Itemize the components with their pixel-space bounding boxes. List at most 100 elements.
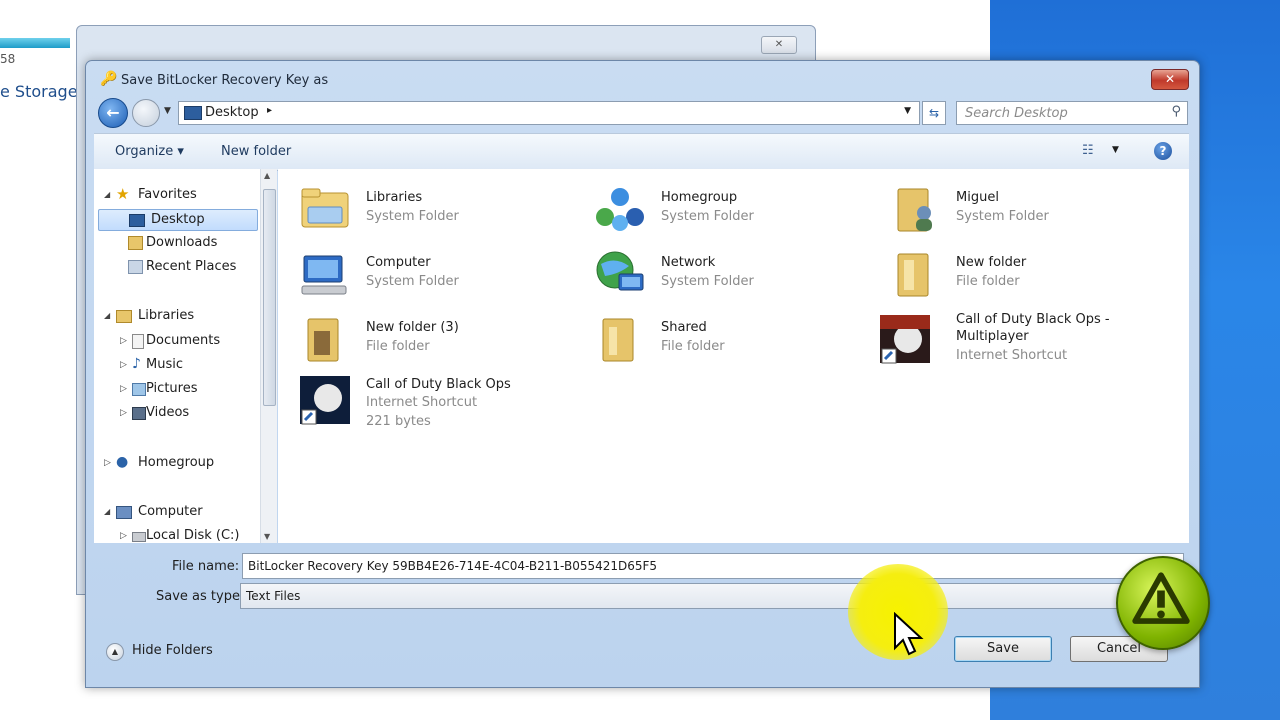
file-name-value[interactable]: BitLocker Recovery Key 59BB4E26-714E-4C0… [248, 559, 657, 573]
storage-progress-bar [0, 38, 70, 48]
address-bar[interactable]: Desktop ▸ ▼ [178, 101, 920, 125]
file-type: System Folder [956, 209, 1049, 224]
background-dialog-close-icon: ✕ [761, 36, 797, 54]
address-chevron-icon[interactable]: ▸ [267, 105, 272, 116]
expanded-triangle-icon[interactable]: ◢ [104, 185, 110, 205]
nav-label: Music [146, 357, 183, 372]
computer-icon [301, 255, 347, 295]
file-item-computer[interactable]: Computer System Folder [288, 244, 568, 304]
expanded-triangle-icon[interactable]: ◢ [104, 306, 110, 326]
warning-badge [1116, 556, 1210, 650]
file-name: New folder (3) [366, 320, 459, 335]
nav-item-computer[interactable]: ◢ Computer [104, 502, 264, 522]
file-type: File folder [366, 339, 430, 354]
star-icon: ★ [116, 185, 130, 203]
mouse-pointer-icon [894, 612, 924, 656]
nav-label: Pictures [146, 381, 198, 396]
collapsed-triangle-icon[interactable]: ▷ [120, 526, 127, 543]
collapsed-triangle-icon[interactable]: ▷ [104, 453, 111, 473]
nav-item-videos[interactable]: ▷ Videos [120, 403, 270, 423]
nav-label: Downloads [146, 235, 218, 250]
file-item-shared[interactable]: Shared File folder [583, 309, 863, 369]
search-icon[interactable]: ⚲ [1171, 104, 1181, 119]
nav-label: Desktop [151, 212, 205, 227]
search-placeholder: Search Desktop [965, 106, 1068, 121]
nav-item-favorites[interactable]: ◢ ★ Favorites [104, 185, 264, 205]
dialog-title: Save BitLocker Recovery Key as [121, 73, 329, 88]
nav-label: Videos [146, 405, 190, 420]
file-item-homegroup[interactable]: Homegroup System Folder [583, 179, 863, 239]
address-location[interactable]: Desktop [205, 105, 259, 120]
file-item-new-folder[interactable]: New folder File folder [878, 244, 1158, 304]
back-button[interactable]: ← [98, 98, 128, 128]
file-type: System Folder [366, 209, 459, 224]
file-type: System Folder [661, 209, 754, 224]
recent-pages-dropdown-icon[interactable]: ▼ [164, 106, 171, 116]
scroll-down-icon[interactable]: ▼ [264, 532, 270, 541]
computer-icon [116, 506, 132, 519]
nav-item-music[interactable]: ▷ ♪ Music [120, 355, 270, 375]
nav-label: Favorites [138, 187, 197, 202]
command-toolbar: Organize ▾ New folder ☷ ▼ ? [94, 133, 1189, 171]
nav-item-libraries[interactable]: ◢ Libraries [104, 306, 264, 326]
save-as-type-value[interactable]: Text Files [246, 589, 300, 603]
file-item-cod-multiplayer[interactable]: Call of Duty Black Ops - Multiplayer Int… [878, 309, 1183, 369]
folder-icon [602, 318, 634, 362]
nav-label: Recent Places [146, 259, 237, 274]
user-folder-icon [897, 188, 932, 232]
close-button[interactable]: ✕ [1151, 69, 1189, 90]
nav-item-homegroup[interactable]: ▷ ● Homegroup [104, 453, 264, 473]
pictures-icon [132, 383, 146, 396]
game-shortcut-icon [300, 376, 350, 425]
file-name: Libraries [366, 190, 423, 205]
nav-item-local-disk[interactable]: ▷ Local Disk (C:) [120, 526, 270, 543]
address-dropdown-icon[interactable]: ▼ [904, 106, 911, 116]
file-name-field[interactable]: BitLocker Recovery Key 59BB4E26-714E-4C0… [242, 553, 1184, 579]
background-storage-label: e Storage [0, 82, 78, 101]
collapsed-triangle-icon[interactable]: ▷ [120, 331, 127, 351]
save-as-type-label: Save as type: [156, 589, 245, 604]
file-type: System Folder [366, 274, 459, 289]
nav-item-downloads[interactable]: Downloads [128, 233, 268, 253]
organize-button[interactable]: Organize ▾ [115, 144, 184, 159]
nav-item-documents[interactable]: ▷ Documents [120, 331, 270, 351]
file-item-miguel[interactable]: Miguel System Folder [878, 179, 1158, 239]
help-button[interactable]: ? [1154, 142, 1172, 160]
change-view-icon[interactable]: ☷ [1082, 143, 1094, 158]
forward-button[interactable] [132, 99, 160, 127]
homegroup-icon [596, 188, 644, 231]
file-list-pane: Libraries System Folder Homegroup System… [278, 169, 1189, 543]
refresh-button[interactable]: ⇆ [922, 101, 946, 125]
file-item-libraries[interactable]: Libraries System Folder [288, 179, 568, 239]
libraries-icon [116, 310, 132, 323]
chevron-up-icon: ▲ [106, 643, 124, 661]
recent-places-icon [128, 260, 143, 274]
file-item-network[interactable]: Network System Folder [583, 244, 863, 304]
collapsed-triangle-icon[interactable]: ▷ [120, 403, 127, 423]
new-folder-button[interactable]: New folder [221, 144, 291, 159]
nav-item-desktop[interactable]: Desktop [98, 209, 258, 231]
scroll-up-icon[interactable]: ▲ [264, 171, 270, 180]
dialog-titlebar[interactable]: 🔑 Save BitLocker Recovery Key as ✕ [86, 61, 1199, 93]
file-item-new-folder-3[interactable]: New folder (3) File folder [288, 309, 568, 369]
save-button[interactable]: Save [954, 636, 1052, 662]
file-name: Call of Duty Black Ops - Multiplayer [956, 312, 1110, 344]
background-number: 58 [0, 52, 16, 66]
game-shortcut-icon [880, 315, 930, 364]
nav-label: Local Disk (C:) [146, 528, 240, 543]
navigation-scrollbar[interactable]: ▲ ▼ [260, 169, 277, 543]
save-as-type-select[interactable]: Text Files [240, 583, 1184, 609]
collapsed-triangle-icon[interactable]: ▷ [120, 355, 127, 375]
search-input[interactable]: Search Desktop ⚲ [956, 101, 1188, 125]
file-type: Internet Shortcut [956, 348, 1068, 363]
collapsed-triangle-icon[interactable]: ▷ [120, 379, 127, 399]
expanded-triangle-icon[interactable]: ◢ [104, 502, 110, 522]
nav-item-recent-places[interactable]: Recent Places [128, 257, 268, 277]
scrollbar-thumb[interactable] [263, 189, 276, 406]
libraries-folder-icon [301, 188, 349, 228]
nav-item-pictures[interactable]: ▷ Pictures [120, 379, 270, 399]
file-name: Homegroup [661, 190, 738, 205]
view-dropdown-icon[interactable]: ▼ [1112, 145, 1119, 155]
file-item-cod[interactable]: Call of Duty Black Ops Internet Shortcut… [288, 374, 568, 454]
file-name: Miguel [956, 190, 999, 205]
